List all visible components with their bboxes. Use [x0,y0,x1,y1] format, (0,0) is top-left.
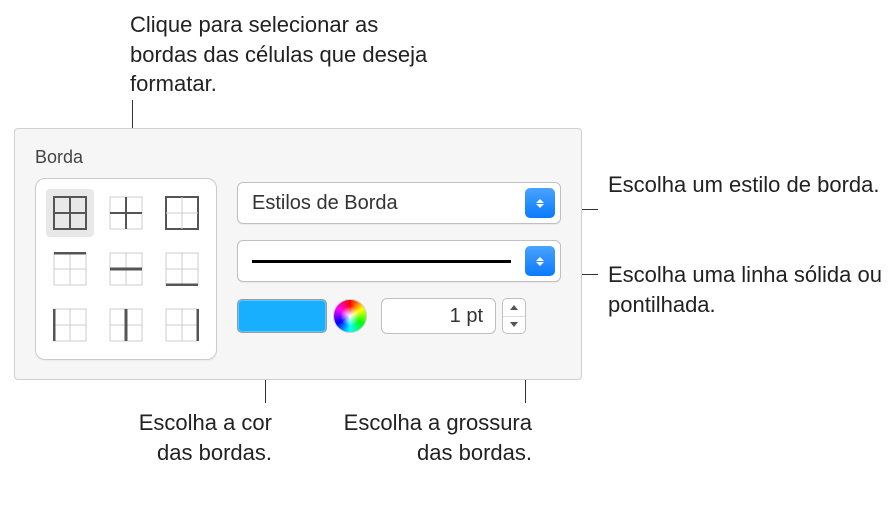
chevron-down-icon [510,322,518,327]
solid-line-icon [252,260,511,263]
color-picker-button[interactable] [333,299,367,333]
border-vcenter-icon [109,308,143,342]
border-bottom-button[interactable] [158,245,206,293]
thickness-increase-button[interactable] [503,299,525,317]
border-selection-grid [46,189,206,349]
callout-border-color: Escolha a cor das bordas. [102,408,272,467]
border-controls-column: Estilos de Borda [237,178,561,360]
thickness-stepper: 1 pt [381,298,526,334]
border-inside-button[interactable] [102,189,150,237]
border-outside-button[interactable] [158,189,206,237]
line-type-preview [238,260,525,263]
callout-select-borders: Clique para selecionar as bordas das cél… [130,10,430,99]
border-bottom-icon [165,252,199,286]
border-right-button[interactable] [158,301,206,349]
border-style-label: Estilos de Borda [238,192,525,215]
thickness-value: 1 pt [450,305,483,328]
thickness-input[interactable]: 1 pt [381,298,496,334]
thickness-stepper-buttons [502,298,526,334]
color-swatch-button[interactable] [237,299,327,333]
border-panel: Borda [14,128,582,380]
border-hcenter-icon [109,252,143,286]
border-top-button[interactable] [46,245,94,293]
border-grid-container [35,178,217,360]
border-top-icon [53,252,87,286]
border-left-button[interactable] [46,301,94,349]
border-all-icon [53,196,87,230]
border-vertical-center-button[interactable] [102,301,150,349]
color-thickness-row: 1 pt [237,298,561,334]
color-well-group [237,299,367,333]
dropdown-arrow-icon [525,246,555,276]
border-outside-icon [165,196,199,230]
dropdown-arrow-icon [525,188,555,218]
callout-border-style: Escolha um estilo de borda. [608,170,880,200]
border-all-button[interactable] [46,189,94,237]
line-type-dropdown[interactable] [237,240,561,282]
callout-border-thickness: Escolha a grossura das bordas. [322,408,532,467]
callout-line-type: Escolha uma linha sólida ou pontilhada. [608,260,894,319]
thickness-decrease-button[interactable] [503,317,525,334]
border-right-icon [165,308,199,342]
panel-title: Borda [35,147,561,168]
border-horizontal-center-button[interactable] [102,245,150,293]
border-inside-icon [109,196,143,230]
border-style-dropdown[interactable]: Estilos de Borda [237,182,561,224]
chevron-up-icon [510,305,518,310]
border-left-icon [53,308,87,342]
